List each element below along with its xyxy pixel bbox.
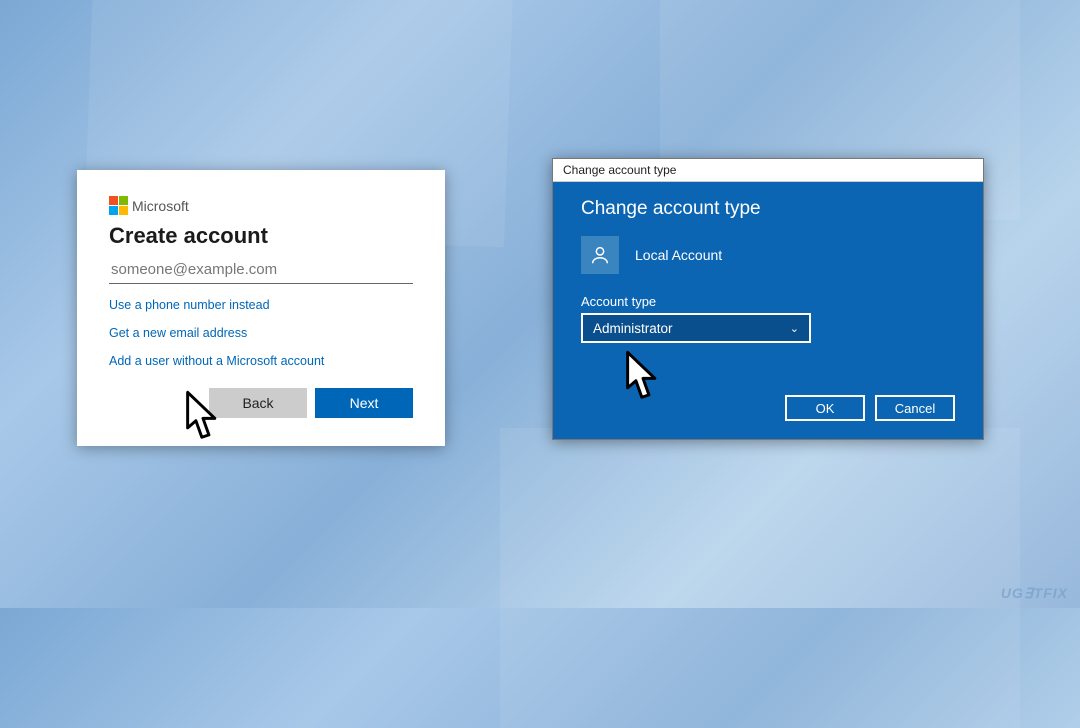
dropdown-selected-value: Administrator xyxy=(593,321,673,336)
chevron-down-icon: ⌄ xyxy=(790,322,799,335)
background-pane xyxy=(500,428,1020,728)
watermark-text: UG∃TFIX xyxy=(1001,585,1068,602)
ok-button[interactable]: OK xyxy=(785,395,865,421)
microsoft-logo: Microsoft xyxy=(109,196,413,215)
back-button[interactable]: Back xyxy=(209,388,307,418)
change-account-type-dialog: Change account type Change account type … xyxy=(552,158,984,440)
new-email-link[interactable]: Get a new email address xyxy=(109,326,413,340)
change-account-heading: Change account type xyxy=(581,198,955,220)
account-type-label: Account type xyxy=(581,294,955,309)
cancel-button[interactable]: Cancel xyxy=(875,395,955,421)
create-account-heading: Create account xyxy=(109,223,413,249)
dialog-footer: OK Cancel xyxy=(581,395,955,421)
use-phone-link[interactable]: Use a phone number instead xyxy=(109,298,413,312)
email-field[interactable] xyxy=(109,259,413,284)
microsoft-brand-text: Microsoft xyxy=(132,198,189,214)
account-type-dropdown[interactable]: Administrator ⌄ xyxy=(581,313,811,343)
dialog-button-row: Back Next xyxy=(109,388,413,418)
account-row: Local Account xyxy=(581,236,955,274)
account-name-label: Local Account xyxy=(635,247,722,263)
create-account-dialog: Microsoft Create account Use a phone num… xyxy=(77,170,445,446)
next-button[interactable]: Next xyxy=(315,388,413,418)
microsoft-logo-icon xyxy=(109,196,128,215)
no-ms-account-link[interactable]: Add a user without a Microsoft account xyxy=(109,354,413,368)
dialog-titlebar: Change account type xyxy=(553,159,983,182)
user-avatar-icon xyxy=(581,236,619,274)
